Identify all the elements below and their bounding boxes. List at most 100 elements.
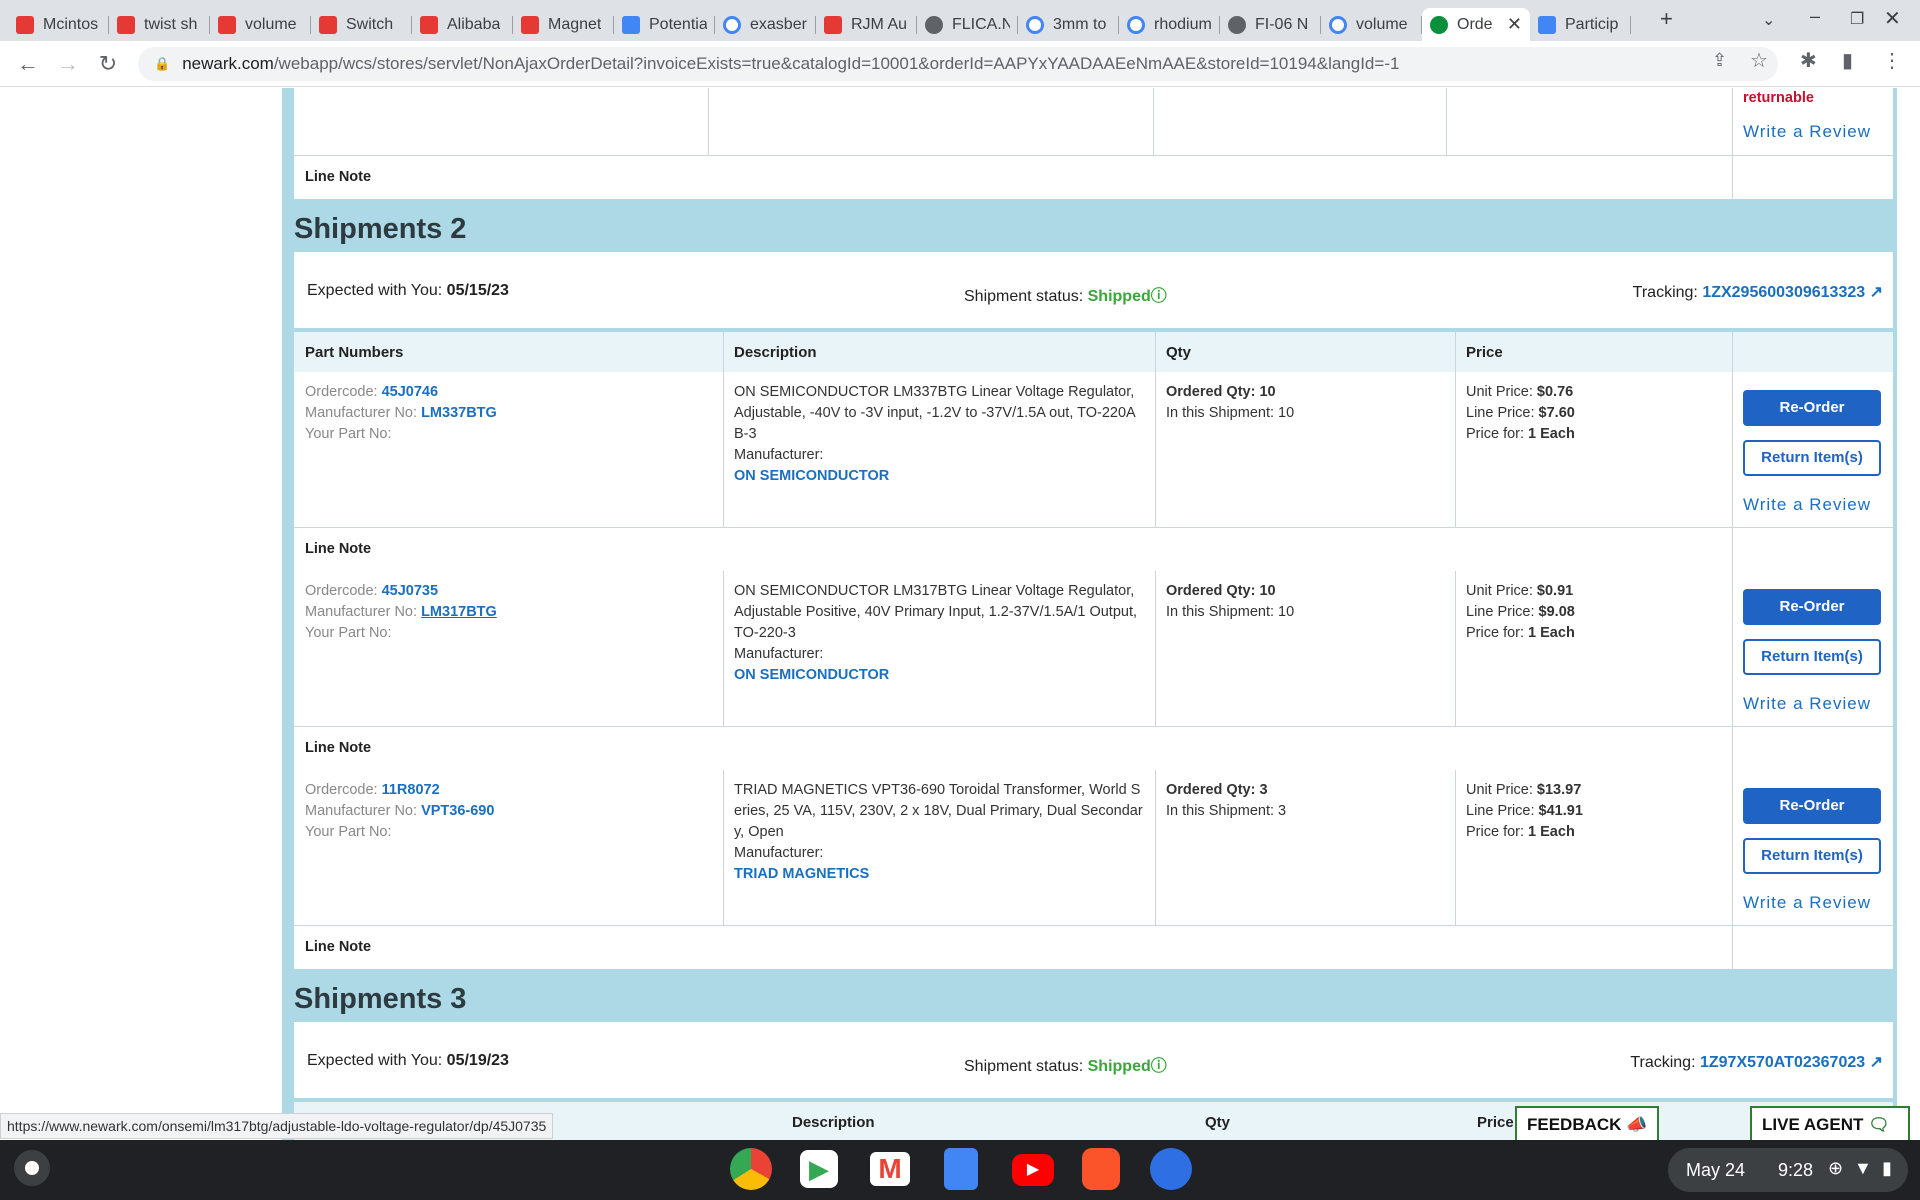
write-review-link[interactable]: Write a Review <box>1743 494 1871 515</box>
line-price-label: Line Price: <box>1466 604 1535 620</box>
mfr-number-link[interactable]: VPT36-690 <box>421 803 494 819</box>
tab-favicon-icon <box>1127 15 1145 34</box>
new-tab-icon[interactable]: + <box>1660 6 1673 32</box>
address-bar[interactable]: 🔒 newark.com/webapp/wcs/stores/servlet/N… <box>138 47 1778 81</box>
tab-title: volume <box>245 15 297 33</box>
col-qty: Qty <box>1166 344 1192 361</box>
ordered-qty: Ordered Qty: 3 <box>1166 782 1268 798</box>
mfr-number-link[interactable]: LM317BTG <box>421 604 497 620</box>
ordercode-link[interactable]: 45J0746 <box>382 384 438 400</box>
tab-close-icon[interactable]: ✕ <box>1507 14 1522 35</box>
chrome-icon[interactable] <box>730 1148 772 1190</box>
line-note-label: Line Note <box>305 169 372 185</box>
manufacturer-link[interactable]: TRIAD MAGNETICS <box>734 864 1144 885</box>
line-price-label: Line Price: <box>1466 803 1535 819</box>
manufacturer-link[interactable]: ON SEMICONDUCTOR <box>734 466 1144 487</box>
ordercode-link[interactable]: 45J0735 <box>382 583 438 599</box>
info-icon[interactable]: ⓘ <box>1151 1058 1167 1075</box>
reorder-button[interactable]: Re-Order <box>1743 788 1881 824</box>
table-row: Ordercode: 11R8072 Manufacturer No: VPT36… <box>294 770 1893 925</box>
url-host: newark.com <box>182 54 274 73</box>
tab-title: rhodium <box>1154 15 1212 33</box>
manufacturer-link[interactable]: ON SEMICONDUCTOR <box>734 665 1144 686</box>
status-area[interactable]: May 24 9:28 ⊕ ▼ ▮ <box>1668 1148 1908 1192</box>
return-items-button[interactable]: Return Item(s) <box>1743 838 1881 874</box>
reorder-button[interactable]: Re-Order <box>1743 589 1881 625</box>
browser-tab[interactable]: Alibaba <box>412 8 513 41</box>
shipment-heading: Shipments 3 <box>294 983 467 1015</box>
manufacturer-label: Manufacturer: <box>734 845 824 861</box>
write-review-link[interactable]: Write a Review <box>1743 122 1871 142</box>
megaphone-icon: 📣 <box>1626 1115 1648 1134</box>
tab-search-icon[interactable]: ⌄ <box>1762 10 1775 30</box>
browser-tab[interactable]: 3mm to <box>1018 8 1119 41</box>
write-review-link[interactable]: Write a Review <box>1743 693 1871 714</box>
write-review-link[interactable]: Write a Review <box>1743 892 1871 913</box>
play-store-icon[interactable]: ▶ <box>800 1150 838 1188</box>
window-close-icon[interactable]: ✕ <box>1884 6 1901 31</box>
browser-tab[interactable]: RJM Au <box>816 8 917 41</box>
tab-title: exasber <box>750 15 807 33</box>
browser-tab[interactable]: rhodium <box>1119 8 1220 41</box>
col-price: Price <box>1477 1114 1514 1131</box>
side-panel-icon[interactable]: ▮ <box>1842 48 1853 73</box>
browser-tab[interactable]: exasber <box>715 8 816 41</box>
tab-favicon-icon <box>1228 15 1246 34</box>
browser-tab[interactable]: Magnet <box>513 8 614 41</box>
tab-title: RJM Au <box>851 15 908 33</box>
tracking-link[interactable]: 1ZX295600309613323 <box>1702 284 1865 301</box>
restore-icon[interactable]: ❐ <box>1850 9 1864 29</box>
gmail-icon[interactable]: M <box>870 1152 910 1186</box>
browser-tab[interactable]: twist sh <box>109 8 210 41</box>
youtube-icon[interactable]: ▶ <box>1012 1154 1054 1186</box>
browser-tab[interactable]: Switch <box>311 8 412 41</box>
tab-title: Switch <box>346 15 394 33</box>
tab-favicon-icon <box>420 15 438 34</box>
bookmark-star-icon[interactable]: ☆ <box>1750 48 1768 73</box>
table-row: Ordercode: 45J0735 Manufacturer No: LM317… <box>294 571 1893 726</box>
tracking-link[interactable]: 1Z97X570AT02367023 <box>1700 1054 1865 1071</box>
return-items-button[interactable]: Return Item(s) <box>1743 639 1881 675</box>
browser-tab[interactable]: Potentia <box>614 8 715 41</box>
wifi-icon: ▼ <box>1854 1158 1872 1178</box>
ordercode-link[interactable]: 11R8072 <box>382 782 440 798</box>
info-icon[interactable]: ⓘ <box>1151 288 1167 305</box>
share-icon[interactable]: ⇪ <box>1712 50 1727 71</box>
unit-price-label: Unit Price: <box>1466 384 1533 400</box>
browser-tab[interactable]: volume <box>210 8 311 41</box>
extensions-icon[interactable]: ✱ <box>1800 48 1817 73</box>
browser-tab[interactable]: Mcintos <box>8 8 109 41</box>
browser-tab[interactable]: Particip <box>1530 8 1631 41</box>
tab-favicon-icon <box>925 15 943 34</box>
line-note: Line Note <box>294 155 1893 199</box>
launcher-icon[interactable] <box>14 1150 50 1186</box>
shipment-qty: In this Shipment: 10 <box>1166 604 1295 620</box>
brave-icon[interactable] <box>1082 1148 1120 1190</box>
reorder-button[interactable]: Re-Order <box>1743 390 1881 426</box>
docs-icon[interactable] <box>944 1148 978 1190</box>
files-icon[interactable] <box>1150 1148 1192 1190</box>
browser-tab[interactable]: volume <box>1321 8 1422 41</box>
line-note-label: Line Note <box>305 541 372 557</box>
browser-tab[interactable]: Orde ✕ <box>1422 8 1530 41</box>
menu-icon[interactable]: ⋮ <box>1882 48 1902 73</box>
tab-title: Orde <box>1457 15 1493 33</box>
mfr-number-link[interactable]: LM337BTG <box>421 405 497 421</box>
feedback-button[interactable]: FEEDBACK 📣 <box>1515 1106 1660 1142</box>
minimize-icon[interactable]: – <box>1810 6 1820 27</box>
ordered-qty: Ordered Qty: 10 <box>1166 384 1276 400</box>
browser-tab[interactable]: FLICA.N <box>917 8 1018 41</box>
external-link-icon[interactable]: ↗ <box>1870 284 1883 301</box>
tab-favicon-icon <box>1026 15 1044 34</box>
external-link-icon[interactable]: ↗ <box>1870 1054 1883 1071</box>
tab-favicon-icon <box>218 15 236 34</box>
return-items-button[interactable]: Return Item(s) <box>1743 440 1881 476</box>
feedback-label: FEEDBACK <box>1527 1115 1622 1134</box>
back-icon[interactable]: ← <box>8 51 48 77</box>
reload-icon[interactable]: ↻ <box>88 51 128 77</box>
mfr-label: Manufacturer No: <box>305 405 418 421</box>
forward-icon[interactable]: → <box>48 51 88 77</box>
tab-title: Potentia <box>649 15 707 33</box>
live-agent-button[interactable]: LIVE AGENT 🗨 <box>1750 1106 1910 1142</box>
browser-tab[interactable]: FI-06 N <box>1220 8 1321 41</box>
